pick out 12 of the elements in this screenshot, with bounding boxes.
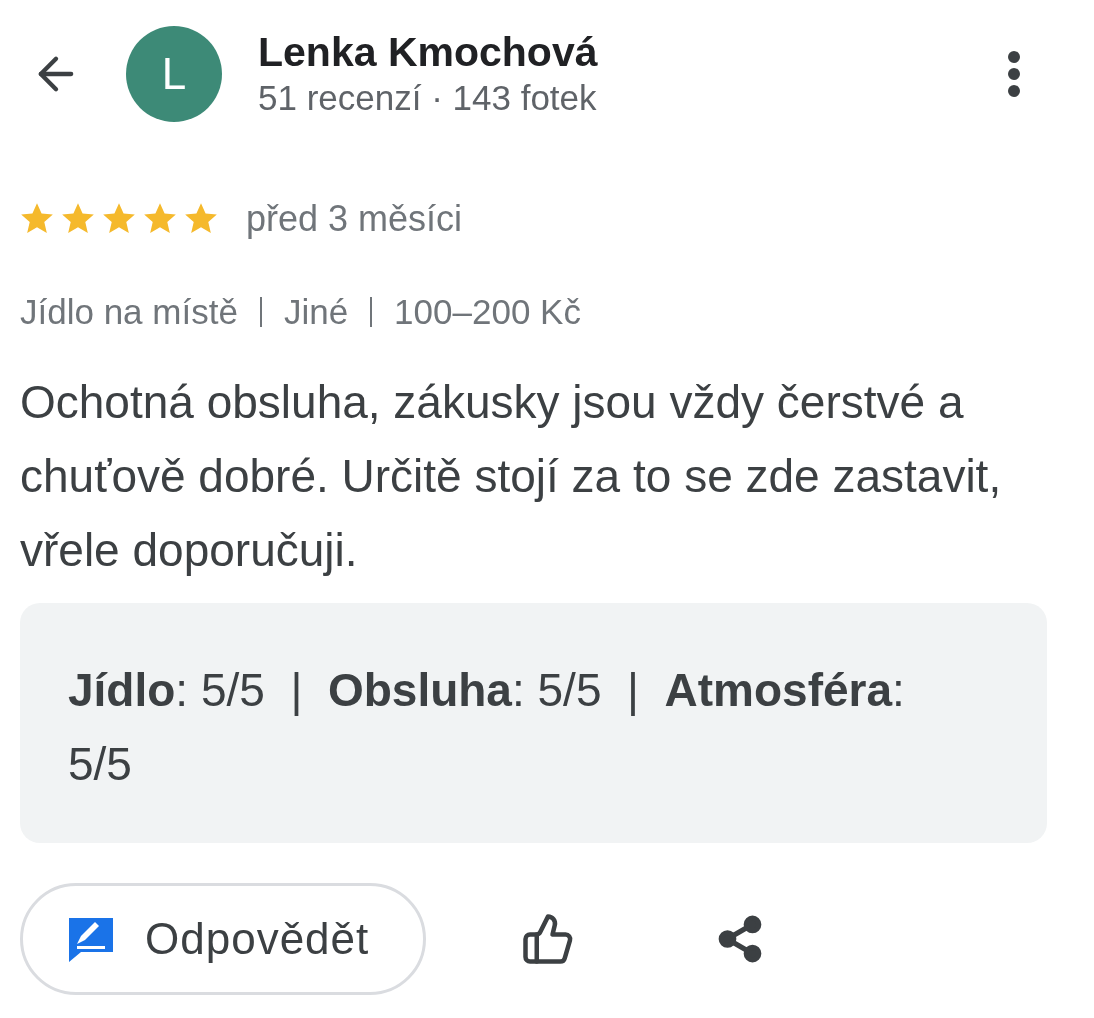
ratings-text: Jídlo: 5/5 | Obsluha: 5/5 | Atmosféra: 5/5 bbox=[68, 662, 906, 792]
avatar: L bbox=[126, 26, 222, 122]
review-time: před 3 měsíci bbox=[246, 197, 463, 241]
more-icon bbox=[1007, 50, 1021, 98]
review-tag: Jídlo na místě bbox=[20, 286, 238, 339]
review-tag: Jiné bbox=[283, 286, 349, 339]
reply-button[interactable]: Odpovědět bbox=[20, 882, 426, 995]
review-tag: 100–200 Kč bbox=[394, 286, 581, 339]
reviewer-name: Lenka Kmochová bbox=[258, 28, 599, 76]
review-text: Ochotná obsluha, zákusky jsou vždy čerstvé a chuťově dobré. Určitě stojí za to se zde zastavit, vřele doporučuji. bbox=[20, 374, 1003, 578]
reviewer-stats: 51 recenzí · 143 fotek bbox=[258, 77, 598, 119]
thumbs-up-icon bbox=[521, 911, 575, 966]
